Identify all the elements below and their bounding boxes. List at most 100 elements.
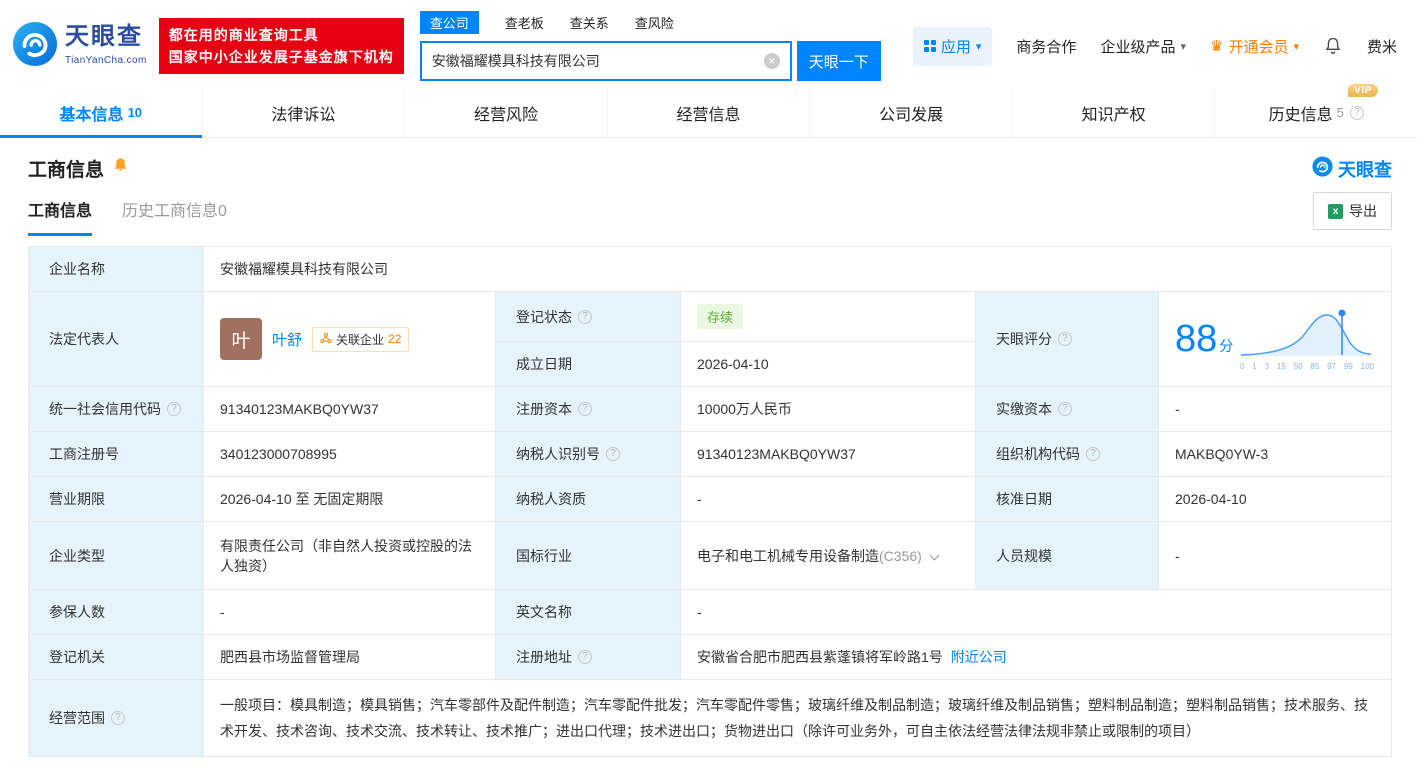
field-label-reg-status: 登记状态?	[495, 291, 681, 342]
network-icon	[320, 332, 332, 347]
nav-username[interactable]: 费米	[1367, 36, 1397, 57]
top-nav: 应用 ▾ 商务合作 企业级产品 ▾ ♛ 开通会员 ▾ 费米	[913, 26, 1397, 66]
search-area: 查公司 查老板 查关系 查风险 × 天眼一下	[419, 11, 881, 81]
value-company-name: 安徽福耀模具科技有限公司	[203, 246, 1392, 292]
tab-count: 10	[127, 105, 143, 120]
tab-basic-info[interactable]: 基本信息 10	[0, 88, 202, 138]
nav-enterprise-products[interactable]: 企业级产品 ▾	[1100, 36, 1186, 57]
export-button[interactable]: x 导出	[1313, 192, 1392, 230]
related-companies-badge[interactable]: 关联企业 22	[312, 326, 410, 352]
excel-icon: x	[1328, 203, 1343, 219]
value-approval-date: 2026-04-10	[1158, 476, 1392, 522]
field-label-business-scope: 经营范围?	[28, 679, 204, 757]
field-label-reg-number: 工商注册号	[28, 431, 204, 477]
company-section-tabs: 基本信息 10 法律诉讼 经营风险 经营信息 公司发展 知识产权 VIP 历史信…	[0, 83, 1417, 138]
help-icon[interactable]: ?	[111, 711, 125, 725]
slogan-line-2: 国家中小企业发展子基金旗下机构	[168, 49, 394, 65]
chevron-down-icon[interactable]	[929, 550, 940, 560]
value-insured-count: -	[203, 589, 496, 635]
field-label-org-code: 组织机构代码?	[975, 431, 1159, 477]
search-tab-company[interactable]: 查公司	[419, 11, 479, 34]
subtab-history-business-info[interactable]: 历史工商信息0	[122, 197, 227, 236]
table-row: 登记机关 肥西县市场监督管理局 注册地址? 安徽省合肥市肥西县紫蓬镇将军岭路1号…	[28, 634, 1392, 680]
help-icon[interactable]: ?	[1058, 402, 1072, 416]
value-reg-status: 存续	[680, 291, 976, 342]
legal-rep-avatar[interactable]: 叶	[220, 318, 262, 360]
value-business-scope: 一般项目：模具制造；模具销售；汽车零部件及配件制造；汽车零配件批发；汽车零配件零…	[203, 679, 1392, 757]
tianyancha-logo[interactable]: 天眼查 TianYanCha.com	[12, 21, 147, 72]
crown-icon: ♛	[1209, 37, 1224, 55]
tab-company-development[interactable]: 公司发展	[809, 88, 1012, 137]
field-label-address: 注册地址?	[495, 634, 681, 680]
notification-bell-icon[interactable]	[1323, 36, 1343, 56]
value-english-name: -	[680, 589, 1392, 635]
table-row: 企业名称 安徽福耀模具科技有限公司	[28, 246, 1392, 292]
table-row: 法定代表人 叶 叶舒 关联企业 22 登记状态? 存续 天眼评分? 88 分 0…	[28, 291, 1392, 387]
legal-rep-link[interactable]: 叶舒	[272, 329, 302, 350]
help-icon[interactable]: ?	[1058, 332, 1072, 346]
field-label-insured-count: 参保人数	[28, 589, 204, 635]
field-label-taxpayer-id: 纳税人识别号?	[495, 431, 681, 477]
chevron-down-icon: ▾	[1293, 40, 1299, 53]
section-head: 工商信息 天眼查	[0, 138, 1417, 188]
score-unit: 分	[1219, 338, 1234, 354]
tianyan-score: 88 分 01 3 15 50 85 97 99 100	[1175, 308, 1375, 371]
help-icon[interactable]: ?	[578, 402, 592, 416]
search-tab-relation[interactable]: 查关系	[570, 13, 609, 32]
tianyancha-swirl-icon	[1312, 155, 1333, 182]
value-address: 安徽省合肥市肥西县紫蓬镇将军岭路1号 附近公司	[680, 634, 1392, 680]
help-icon[interactable]: ?	[1349, 105, 1364, 120]
chevron-down-icon: ▾	[1180, 40, 1186, 53]
table-row: 统一社会信用代码? 91340123MAKBQ0YW37 注册资本? 10000…	[28, 386, 1392, 432]
tab-operation-risk[interactable]: 经营风险	[404, 88, 607, 137]
subtab-business-info[interactable]: 工商信息	[28, 197, 93, 236]
apps-menu[interactable]: 应用 ▾	[913, 26, 993, 66]
subtab-row: 工商信息 历史工商信息0 x 导出	[0, 188, 1417, 236]
search-tab-boss[interactable]: 查老板	[505, 13, 544, 32]
table-row: 工商注册号 340123000708995 纳税人识别号? 91340123MA…	[28, 431, 1392, 477]
tianyancha-swirl-icon	[12, 21, 58, 72]
field-label-staff-size: 人员规模	[975, 521, 1159, 590]
nav-open-vip[interactable]: ♛ 开通会员 ▾	[1210, 36, 1299, 57]
value-company-type: 有限责任公司（非自然人投资或控股的法人独资）	[203, 521, 496, 590]
value-reg-authority: 肥西县市场监督管理局	[203, 634, 496, 680]
status-badge: 存续	[697, 304, 744, 329]
help-icon[interactable]: ?	[167, 402, 181, 416]
tab-legal-proceedings[interactable]: 法律诉讼	[201, 88, 405, 137]
value-taxpayer-quality: -	[680, 476, 976, 522]
tab-operation-info[interactable]: 经营信息	[606, 88, 810, 137]
nav-business-cooperation[interactable]: 商务合作	[1016, 36, 1076, 57]
help-icon[interactable]: ?	[578, 309, 592, 324]
field-label-legal-rep: 法定代表人	[28, 291, 204, 387]
field-label-paid-capital: 实缴资本?	[975, 386, 1159, 432]
value-paid-capital: -	[1158, 386, 1392, 432]
field-label-reg-authority: 登记机关	[28, 634, 204, 680]
value-reg-number: 340123000708995	[203, 431, 496, 477]
tab-intellectual-property[interactable]: 知识产权	[1011, 88, 1215, 137]
score-number: 88	[1175, 318, 1218, 360]
search-input[interactable]	[431, 53, 764, 69]
tab-history-info[interactable]: VIP 历史信息 5 ?	[1214, 83, 1417, 137]
vip-badge: VIP	[1348, 83, 1378, 97]
section-title: 工商信息	[28, 160, 105, 181]
nearby-companies-link[interactable]: 附近公司	[951, 649, 1007, 665]
value-score: 88 分 01 3 15 50 85 97 99 100	[1158, 291, 1392, 387]
field-label-company-type: 企业类型	[28, 521, 204, 590]
help-icon[interactable]: ?	[578, 650, 592, 664]
field-label-company-name: 企业名称	[28, 246, 204, 292]
subscribe-bell-icon[interactable]	[112, 157, 129, 180]
table-row: 经营范围? 一般项目：模具制造；模具销售；汽车零部件及配件制造；汽车零配件批发；…	[28, 679, 1392, 757]
clear-icon[interactable]: ×	[763, 53, 780, 69]
brand-domain: TianYanCha.com	[65, 55, 147, 66]
search-button[interactable]: 天眼一下	[796, 41, 881, 81]
chevron-down-icon: ▾	[975, 40, 982, 53]
section-title-row: 工商信息	[28, 155, 129, 182]
search-box: ×	[419, 41, 792, 81]
value-business-term: 2026-04-10 至 无固定期限	[203, 476, 496, 522]
help-icon[interactable]: ?	[1086, 447, 1100, 461]
table-row: 参保人数 - 英文名称 -	[28, 589, 1392, 635]
search-tab-risk[interactable]: 查风险	[635, 13, 674, 32]
grid-icon	[924, 40, 936, 52]
help-icon[interactable]: ?	[606, 447, 620, 461]
top-bar: 天眼查 TianYanCha.com 都在用的商业查询工具 国家中小企业发展子基…	[0, 0, 1417, 88]
